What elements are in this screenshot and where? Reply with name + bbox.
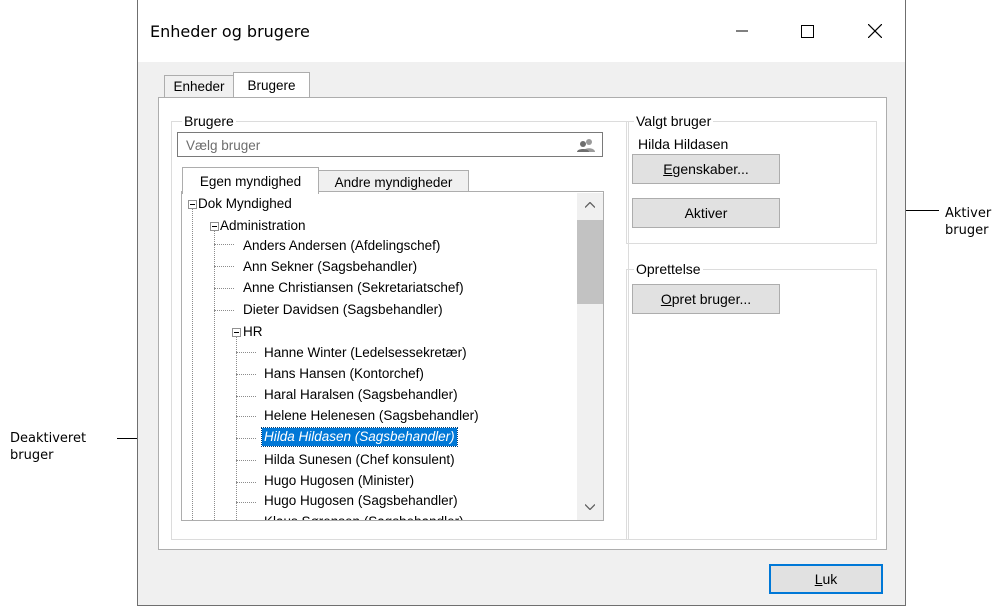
create-user-button[interactable]: Opret bruger... xyxy=(632,284,780,314)
user-search-input[interactable] xyxy=(184,134,568,157)
selected-user-name: Hilda Hildasen xyxy=(638,136,729,152)
tree-branch xyxy=(236,482,256,483)
tab-brugere[interactable]: Brugere xyxy=(233,72,310,97)
tree-line-admin xyxy=(214,230,215,520)
maximize-button[interactable] xyxy=(784,14,830,48)
minimize-button[interactable] xyxy=(719,14,765,48)
tree-node-user[interactable]: Klaus Sørensen (Sagsbehandler) xyxy=(264,513,464,520)
tree-node-user[interactable]: Hilda Sunesen (Chef konsulent) xyxy=(264,451,455,469)
tree-node-user[interactable]: Hugo Hugosen (Sagsbehandler) xyxy=(264,492,458,510)
callout-right-line1: Aktiver xyxy=(945,206,992,221)
tree-branch xyxy=(236,438,256,439)
tree-branch xyxy=(214,310,234,311)
window-title: Enheder og brugere xyxy=(150,22,310,41)
create-user-button-mnemonic: O xyxy=(660,291,672,307)
properties-button-mnemonic: E xyxy=(663,161,673,177)
tree-node-user[interactable]: Haral Haralsen (Sagsbehandler) xyxy=(264,386,458,404)
tree-node-user[interactable]: Anders Andersen (Afdelingschef) xyxy=(243,237,440,255)
callout-right-line2: bruger xyxy=(945,223,989,238)
scroll-up-icon[interactable] xyxy=(585,202,595,208)
callout-left-line2: bruger xyxy=(10,448,54,463)
tree-branch xyxy=(236,460,256,461)
tree-branch xyxy=(236,352,256,353)
tab-enheder[interactable]: Enheder xyxy=(164,75,234,97)
collapse-hr-icon[interactable] xyxy=(232,328,241,337)
tree-node-user[interactable]: Hans Hansen (Kontorchef) xyxy=(264,365,424,383)
title-bar: Enheder og brugere xyxy=(138,0,905,62)
tree-node-administration[interactable]: Administration xyxy=(220,217,306,235)
tree-branch xyxy=(236,416,256,417)
callout-left-line1: Deaktiveret xyxy=(10,431,87,446)
tree-node-hr[interactable]: HR xyxy=(243,323,263,341)
close-button[interactable] xyxy=(852,14,898,48)
callout-deactivated-user: Deaktiveret bruger xyxy=(10,430,86,464)
dialog-window: Enheder og brugere Enheder Brugere Bruge… xyxy=(137,0,906,606)
tree-node-user[interactable]: Hugo Hugosen (Minister) xyxy=(264,472,414,490)
properties-button[interactable]: Egenskaber... xyxy=(632,154,780,184)
tree-branch xyxy=(236,502,256,503)
tree-node-selected-user[interactable]: Hilda Hildasen (Sagsbehandler) xyxy=(261,427,458,447)
maximize-icon xyxy=(800,24,814,38)
tree-scrollbar[interactable] xyxy=(577,193,603,520)
properties-button-label: genskaber... xyxy=(672,161,749,177)
create-user-button-label: pret bruger... xyxy=(671,291,752,307)
tree-node-user[interactable]: Dieter Davidsen (Sagsbehandler) xyxy=(243,301,443,319)
tree-branch xyxy=(214,244,234,245)
close-icon xyxy=(868,24,882,38)
scroll-down-icon[interactable] xyxy=(585,504,595,510)
minimize-icon xyxy=(736,30,748,32)
tree-branch xyxy=(214,288,234,289)
tree-line-root xyxy=(192,206,193,520)
tree-node-user[interactable]: Helene Helenesen (Sagsbehandler) xyxy=(264,407,479,425)
create-group-label: Oprettelse xyxy=(634,261,703,277)
users-group-label: Brugere xyxy=(182,113,236,129)
collapse-administration-icon[interactable] xyxy=(210,222,219,231)
tree-branch xyxy=(214,266,234,267)
selected-user-group-label: Valgt bruger xyxy=(634,113,714,129)
activate-button[interactable]: Aktiver xyxy=(632,198,780,228)
luk-button-label: uk xyxy=(822,571,838,587)
tree-node-user[interactable]: Anne Christiansen (Sekretariatschef) xyxy=(243,279,464,297)
tree-branch xyxy=(236,396,256,397)
tree-node-root[interactable]: Dok Myndighed xyxy=(198,195,292,213)
tree-line-hr xyxy=(236,334,237,520)
tree-branch xyxy=(236,374,256,375)
tree-node-user[interactable]: Ann Sekner (Sagsbehandler) xyxy=(243,258,417,276)
users-icon[interactable] xyxy=(577,138,595,152)
tree-node-user[interactable]: Hanne Winter (Ledelsessekretær) xyxy=(264,344,467,362)
luk-button[interactable]: Luk xyxy=(769,564,883,594)
user-tree: Dok Myndighed Administration Anders Ande… xyxy=(181,191,604,521)
tab-egen-myndighed[interactable]: Egen myndighed xyxy=(182,167,319,194)
collapse-root-icon[interactable] xyxy=(188,200,197,209)
user-search-box xyxy=(177,132,603,157)
luk-button-mnemonic: L xyxy=(814,571,823,587)
scrollbar-thumb[interactable] xyxy=(577,220,603,304)
callout-activate-user: Aktiver bruger xyxy=(945,205,991,239)
